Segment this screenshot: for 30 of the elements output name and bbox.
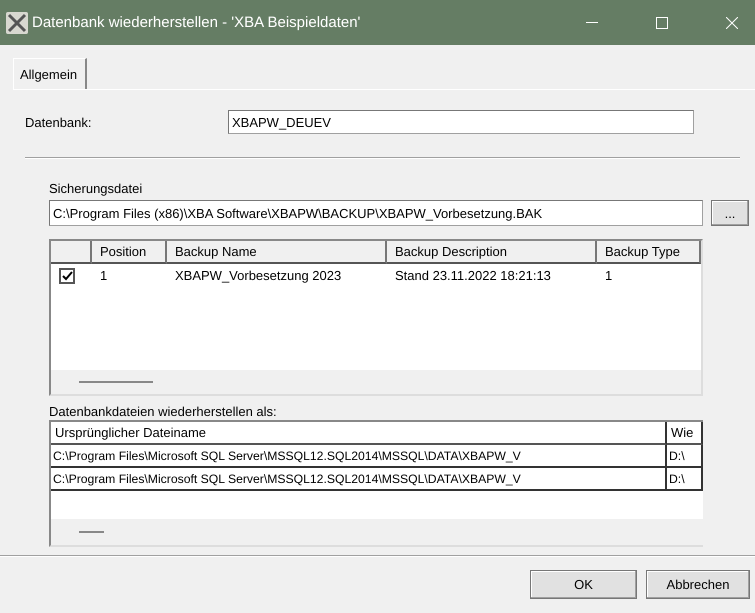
browse-button[interactable]: ... (711, 200, 749, 226)
column-header[interactable]: Backup Description (387, 241, 597, 264)
table-cell-text: XBAPW_Vorbesetzung 2023 (174, 267, 342, 285)
section-label: Sicherungsdatei (49, 181, 142, 196)
backup-file-field[interactable]: C:\Program Files (x86)\XBA Software\XBAPW\BACKUP\XBAPW_Vorbesetzung.BAK (49, 200, 703, 226)
field-label: Datenbank: (25, 114, 92, 130)
checkbox[interactable] (59, 268, 75, 284)
column-header[interactable]: Backup Name (167, 241, 387, 264)
column-header[interactable]: Position (92, 241, 167, 264)
dialog-button[interactable]: Abbrechen (646, 570, 750, 599)
app-icon (6, 12, 28, 34)
dialog-button[interactable]: OK (530, 570, 637, 599)
horizontal-scrollbar[interactable] (51, 370, 701, 394)
table-cell-text: 1 (604, 267, 614, 285)
horizontal-scrollbar[interactable] (51, 519, 703, 545)
table-cell: C:\Program Files\Microsoft SQL Server\MSSQL12.SQL2014\MSSQL\DATA\XBAPW_V (51, 445, 667, 468)
column-header[interactable]: Backup Type (597, 241, 701, 264)
table-cell: D:\ (667, 468, 703, 491)
section-label: Datenbankdateien wiederherstellen als: (49, 404, 278, 419)
column-header[interactable]: Ursprünglicher Dateiname (51, 422, 667, 445)
maximize-icon[interactable] (656, 16, 668, 28)
database-field[interactable]: XBAPW_DEUEV (228, 110, 694, 134)
close-icon[interactable] (726, 16, 738, 28)
table-cell-text: Stand 23.11.2022 18:21:13 (394, 267, 552, 285)
column-header[interactable]: Wie (667, 422, 703, 445)
table-cell: D:\ (667, 445, 703, 468)
window-title: Datenbank wiederherstellen - 'XBA Beispieldaten' (32, 14, 362, 31)
table-cell-text: 1 (99, 267, 108, 285)
table-cell: C:\Program Files\Microsoft SQL Server\MSSQL12.SQL2014\MSSQL\DATA\XBAPW_V (51, 468, 667, 491)
tab[interactable]: Allgemein (13, 58, 88, 89)
